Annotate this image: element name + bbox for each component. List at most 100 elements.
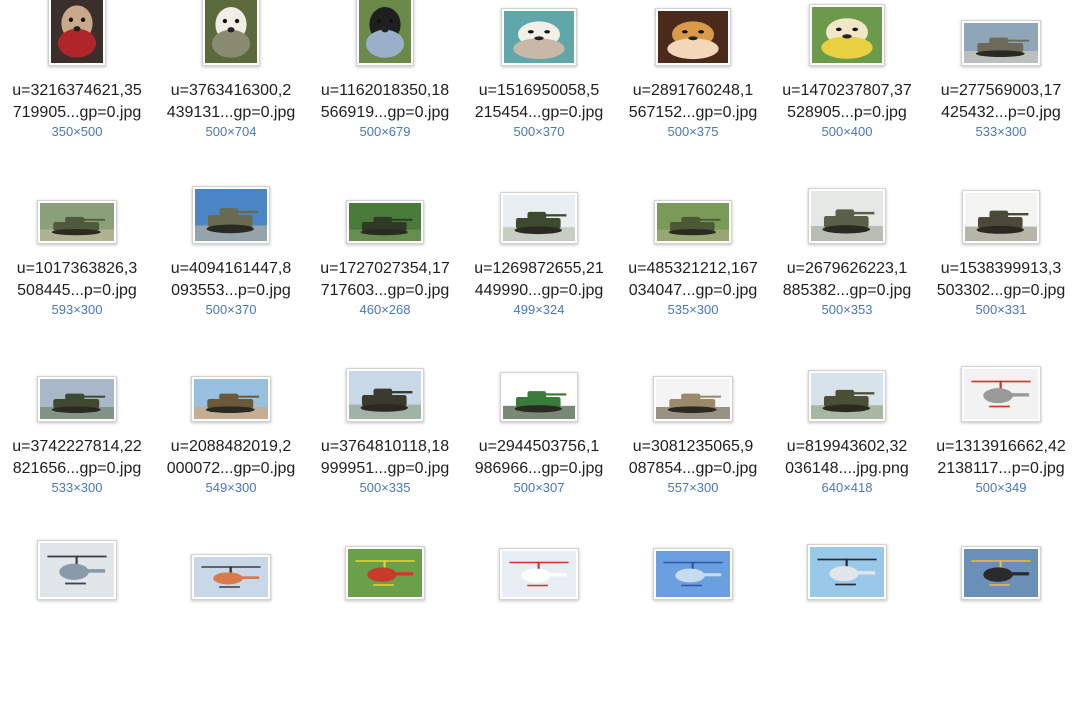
file-name-line-2: 528905...p=0.jpg — [787, 104, 907, 121]
file-item[interactable]: u=3742227814,22 821656...gp=0.jpg 533×300 — [0, 350, 154, 528]
file-thumbnail-tank-icon[interactable] — [37, 200, 117, 244]
file-name: u=485321212,167 034047...gp=0.jpg — [616, 258, 770, 302]
file-item[interactable]: u=3764810118,18 999951...gp=0.jpg 500×335 — [308, 350, 462, 528]
file-name: u=3742227814,22 821656...gp=0.jpg — [0, 436, 154, 480]
file-item[interactable]: u=3216374621,35 719905...gp=0.jpg 350×500 — [0, 0, 154, 172]
file-thumbnail-tank-icon[interactable] — [653, 376, 733, 422]
file-item[interactable]: u=4094161447,8 093553...p=0.jpg 500×370 — [154, 172, 308, 350]
file-item[interactable] — [770, 528, 924, 706]
file-thumbnail-puppy-kitten-icon[interactable] — [655, 8, 731, 66]
file-name-line-2: 425432...p=0.jpg — [941, 104, 1061, 121]
file-name — [924, 614, 1078, 636]
file-item[interactable]: u=1516950058,5 215454...gp=0.jpg 500×370 — [462, 0, 616, 172]
image-dimensions: 640×418 — [821, 480, 873, 495]
image-dimensions: 533×300 — [51, 480, 103, 495]
file-name-line-1: u=1470237807,37 — [782, 82, 912, 99]
file-item[interactable]: u=1538399913,3 503302...gp=0.jpg 500×331 — [924, 172, 1078, 350]
image-dimensions: 500×353 — [821, 302, 873, 317]
file-name: u=1727027354,17 717603...gp=0.jpg — [308, 258, 462, 302]
file-item[interactable]: u=1727027354,17 717603...gp=0.jpg 460×268 — [308, 172, 462, 350]
file-name: u=819943602,32 036148....jpg.png — [770, 436, 924, 480]
file-name — [770, 614, 924, 636]
file-name — [308, 614, 462, 636]
image-dimensions: 500×400 — [821, 124, 873, 139]
file-item[interactable]: u=2679626223,1 885382...gp=0.jpg 500×353 — [770, 172, 924, 350]
file-name-line-1: u=1162018350,18 — [320, 82, 450, 99]
file-name — [462, 614, 616, 636]
file-thumbnail-helicopter-icon[interactable] — [37, 540, 117, 600]
file-thumbnail-tank-icon[interactable] — [192, 186, 270, 244]
file-name: u=1162018350,18 566919...gp=0.jpg — [308, 80, 462, 124]
file-thumbnail-helicopter-icon[interactable] — [191, 554, 271, 600]
image-dimensions: 350×500 — [51, 124, 103, 139]
file-item[interactable] — [462, 528, 616, 706]
file-thumbnail-tank-icon[interactable] — [808, 370, 886, 422]
file-thumbnail-helicopter-icon[interactable] — [499, 548, 579, 600]
file-item[interactable]: u=2944503756,1 986966...gp=0.jpg 500×307 — [462, 350, 616, 528]
file-name-line-2: 567152...gp=0.jpg — [628, 104, 758, 121]
file-name-line-2: 093553...p=0.jpg — [171, 282, 291, 299]
file-name-line-2: 503302...gp=0.jpg — [936, 282, 1066, 299]
file-name: u=3216374621,35 719905...gp=0.jpg — [0, 80, 154, 124]
image-dimensions: 500×679 — [359, 124, 411, 139]
file-item[interactable]: u=1470237807,37 528905...p=0.jpg 500×400 — [770, 0, 924, 172]
file-item[interactable]: u=1162018350,18 566919...gp=0.jpg 500×679 — [308, 0, 462, 172]
file-name: u=3764810118,18 999951...gp=0.jpg — [308, 436, 462, 480]
file-name: u=1269872655,21 449990...gp=0.jpg — [462, 258, 616, 302]
file-thumbnail-white-dog-icon[interactable] — [202, 0, 260, 66]
file-name-line-2: 215454...gp=0.jpg — [474, 104, 604, 121]
file-name-line-2: 719905...gp=0.jpg — [12, 104, 142, 121]
file-item[interactable]: u=819943602,32 036148....jpg.png 640×418 — [770, 350, 924, 528]
file-thumbnail-helicopter-icon[interactable] — [345, 546, 425, 600]
image-dimensions: 499×324 — [513, 302, 565, 317]
file-item[interactable]: u=485321212,167 034047...gp=0.jpg 535×300 — [616, 172, 770, 350]
file-item[interactable]: u=1313916662,42 2138117...p=0.jpg 500×349 — [924, 350, 1078, 528]
file-item[interactable]: u=3081235065,9 087854...gp=0.jpg 557×300 — [616, 350, 770, 528]
image-dimensions: 500×349 — [975, 480, 1027, 495]
file-name: u=2679626223,1 885382...gp=0.jpg — [770, 258, 924, 302]
file-thumbnail-tank-icon[interactable] — [961, 20, 1041, 66]
file-name: u=2891760248,1 567152...gp=0.jpg — [616, 80, 770, 124]
file-item[interactable]: u=2088482019,2 000072...gp=0.jpg 549×300 — [154, 350, 308, 528]
file-name-line-2: 034047...gp=0.jpg — [628, 282, 758, 299]
file-thumbnail-pug-icon[interactable] — [48, 0, 106, 66]
file-thumbnail-tank-icon[interactable] — [37, 376, 117, 422]
file-thumbnail-tank-icon[interactable] — [346, 368, 424, 422]
file-thumbnail-tank-icon[interactable] — [191, 376, 271, 422]
image-dimensions: 500×375 — [667, 124, 719, 139]
file-thumbnail-tank-icon[interactable] — [346, 200, 424, 244]
file-item[interactable]: u=1269872655,21 449990...gp=0.jpg 499×324 — [462, 172, 616, 350]
file-item[interactable] — [924, 528, 1078, 706]
file-name-line-2: 508445...p=0.jpg — [17, 282, 137, 299]
file-thumbnail-tank-icon[interactable] — [808, 188, 886, 244]
file-name: u=1470237807,37 528905...p=0.jpg — [770, 80, 924, 124]
file-item[interactable] — [616, 528, 770, 706]
file-name — [616, 614, 770, 636]
file-item[interactable]: u=277569003,17 425432...p=0.jpg 533×300 — [924, 0, 1078, 172]
file-name-line-2: 717603...gp=0.jpg — [320, 282, 450, 299]
file-item[interactable] — [154, 528, 308, 706]
file-name-line-1: u=4094161447,8 — [170, 260, 292, 277]
file-thumbnail-tank-icon[interactable] — [500, 192, 578, 244]
file-item[interactable]: u=2891760248,1 567152...gp=0.jpg 500×375 — [616, 0, 770, 172]
file-thumbnail-bulldog-icon[interactable] — [501, 8, 577, 66]
image-dimensions: 500×370 — [205, 302, 257, 317]
file-name-line-2: 986966...gp=0.jpg — [474, 460, 604, 477]
file-name: u=4094161447,8 093553...p=0.jpg — [154, 258, 308, 302]
file-thumbnail-tank-icon[interactable] — [500, 372, 578, 422]
file-item[interactable]: u=1017363826,3 508445...p=0.jpg 593×300 — [0, 172, 154, 350]
file-item[interactable] — [308, 528, 462, 706]
file-thumbnail-helicopter-icon[interactable] — [653, 548, 733, 600]
file-name — [154, 614, 308, 636]
file-thumbnail-helicopter-icon[interactable] — [961, 546, 1041, 600]
file-thumbnail-puppy-icon[interactable] — [809, 4, 885, 66]
file-thumbnail-black-dog-icon[interactable] — [356, 0, 414, 66]
file-name: u=3763416300,2 439131...gp=0.jpg — [154, 80, 308, 124]
file-item[interactable] — [0, 528, 154, 706]
file-thumbnail-helicopter-icon[interactable] — [807, 544, 887, 600]
file-item[interactable]: u=3763416300,2 439131...gp=0.jpg 500×704 — [154, 0, 308, 172]
file-thumbnail-helicopter-icon[interactable] — [961, 366, 1041, 422]
file-name: u=1017363826,3 508445...p=0.jpg — [0, 258, 154, 302]
file-thumbnail-tank-icon[interactable] — [654, 200, 732, 244]
file-thumbnail-tank-icon[interactable] — [962, 190, 1040, 244]
